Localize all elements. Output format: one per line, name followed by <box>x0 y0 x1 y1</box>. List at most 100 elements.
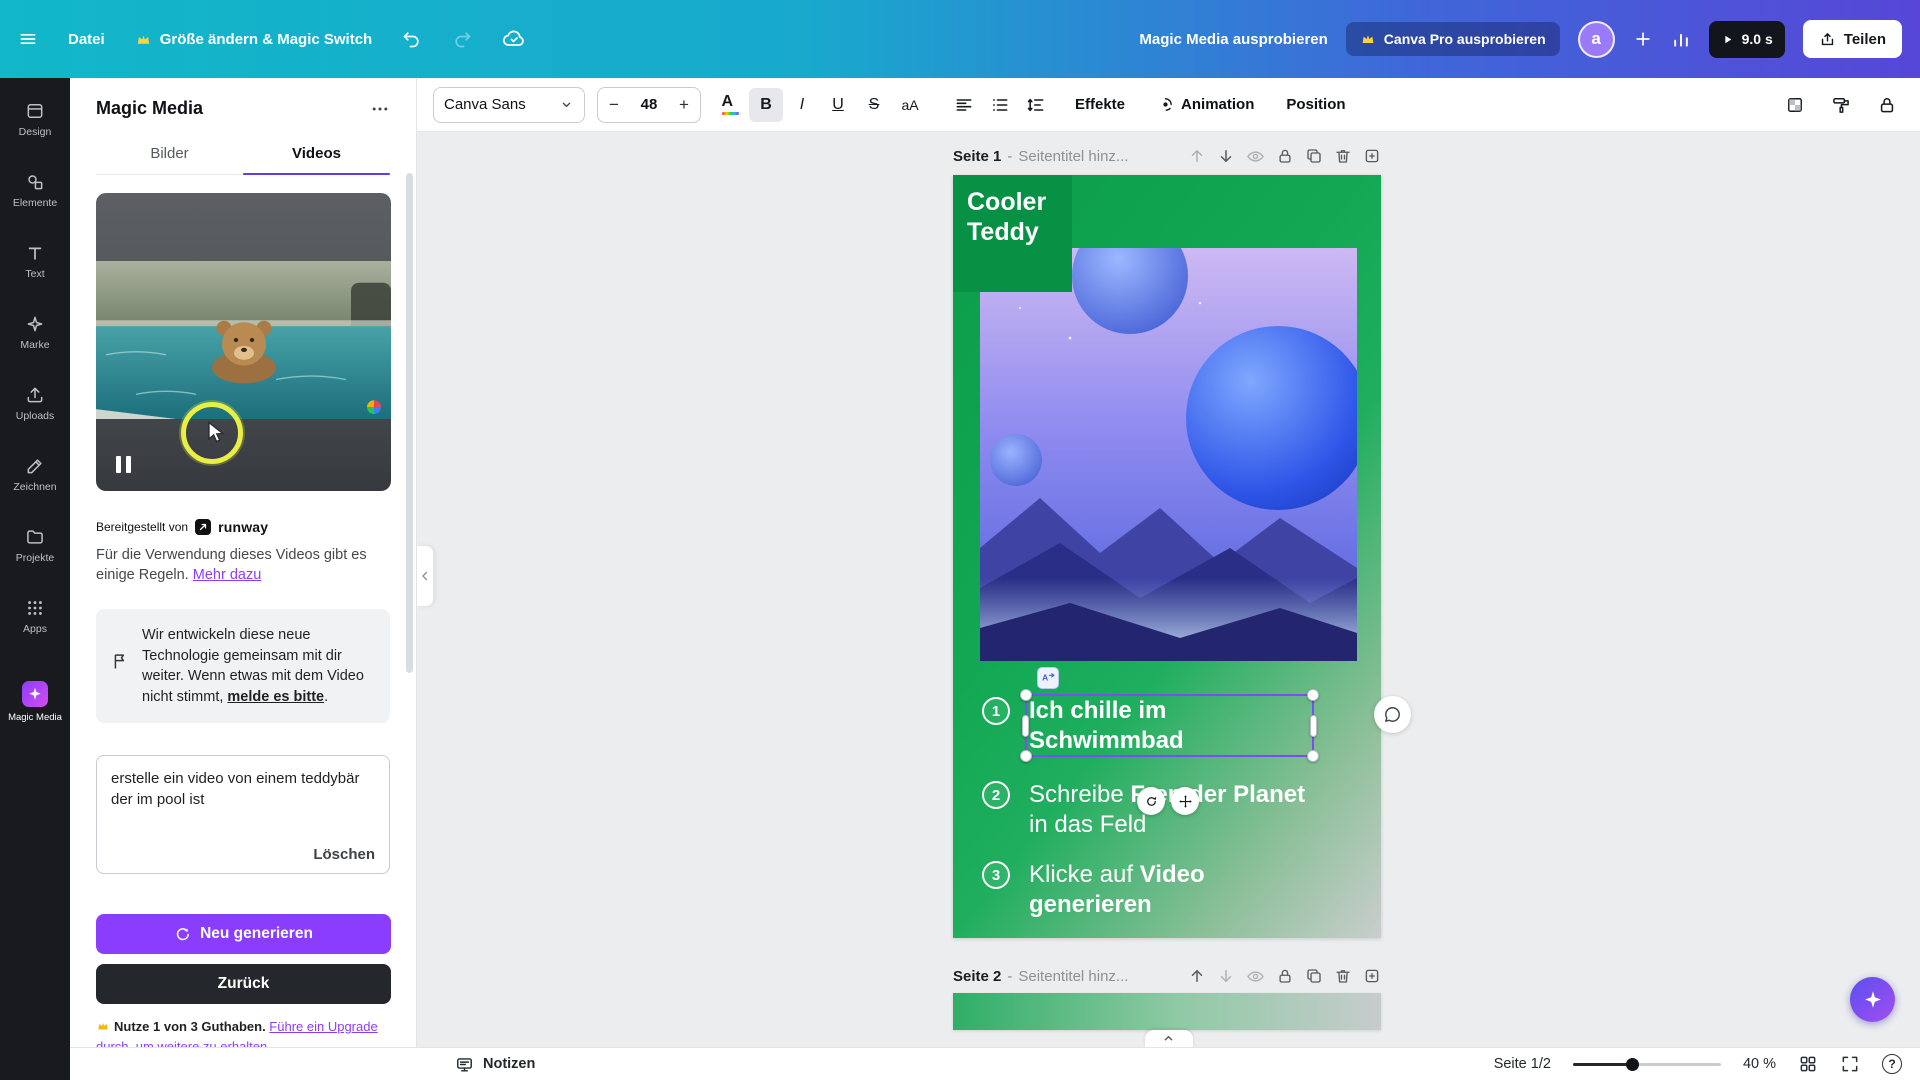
try-magic-media-button[interactable]: Magic Media ausprobieren <box>1139 31 1327 48</box>
underline-button[interactable]: U <box>821 88 855 122</box>
lock-button[interactable] <box>1870 88 1904 122</box>
grid-view-icon[interactable] <box>1798 1054 1818 1074</box>
move-handle[interactable] <box>1171 787 1199 815</box>
duplicate-page-icon[interactable] <box>1305 147 1323 165</box>
selection-handle-se[interactable] <box>1307 750 1319 762</box>
video-preview[interactable] <box>96 193 391 491</box>
page1-title-placeholder[interactable]: Seitentitel hinz... <box>1018 148 1128 165</box>
step-text-2[interactable]: Schreibe Fremder Planet in das Feld <box>1029 780 1314 840</box>
tab-bilder[interactable]: Bilder <box>96 135 243 174</box>
comment-button[interactable] <box>1374 696 1411 733</box>
pause-button[interactable] <box>116 456 131 473</box>
lock-page-icon[interactable] <box>1276 967 1294 985</box>
copy-style-button[interactable] <box>1824 88 1858 122</box>
sidebar-item-magic-media[interactable]: Magic Media <box>0 666 70 737</box>
share-button[interactable]: Teilen <box>1802 20 1902 58</box>
hide-page-icon[interactable] <box>1246 967 1265 986</box>
font-size-increase-button[interactable]: + <box>668 95 700 115</box>
font-family-value: Canva Sans <box>444 96 526 113</box>
page2-header: Seite 2 - Seitentitel hinz... <box>953 963 1381 989</box>
rules-link[interactable]: Mehr dazu <box>193 567 262 583</box>
delete-page-icon[interactable] <box>1334 147 1352 165</box>
zoom-slider[interactable] <box>1572 1057 1721 1071</box>
back-button[interactable]: Zurück <box>96 964 391 1005</box>
present-play-button[interactable]: 9.0 s <box>1708 20 1785 58</box>
add-page-icon[interactable] <box>1363 147 1381 165</box>
animation-button[interactable]: Animation <box>1147 89 1264 120</box>
effects-button[interactable]: Effekte <box>1065 89 1135 120</box>
design-badge[interactable]: Cooler Teddy <box>953 175 1072 292</box>
page2-title-placeholder[interactable]: Seitentitel hinz... <box>1018 968 1128 985</box>
hamburger-menu-icon[interactable] <box>18 29 38 49</box>
clear-prompt-button[interactable]: Löschen <box>313 846 375 863</box>
move-page-down-icon[interactable] <box>1217 967 1235 985</box>
alien-planet-image[interactable] <box>980 248 1357 661</box>
move-page-down-icon[interactable] <box>1217 147 1235 165</box>
canva-assistant-button[interactable] <box>1850 977 1895 1022</box>
transparency-button[interactable] <box>1778 88 1812 122</box>
text-case-button[interactable]: aA <box>893 88 927 122</box>
list-button[interactable] <box>983 88 1017 122</box>
rotate-handle[interactable] <box>1137 787 1165 815</box>
add-page-icon[interactable] <box>1363 967 1381 985</box>
cloud-save-status-icon[interactable] <box>502 27 526 51</box>
tab-videos[interactable]: Videos <box>243 135 390 175</box>
lock-page-icon[interactable] <box>1276 147 1294 165</box>
hide-page-icon[interactable] <box>1246 147 1265 166</box>
selection-handle-w[interactable] <box>1022 715 1029 737</box>
design-page-2[interactable] <box>953 993 1381 1030</box>
sidebar-item-apps[interactable]: Apps <box>0 581 70 652</box>
panel-scrollbar[interactable] <box>406 173 413 673</box>
sidebar-item-uploads[interactable]: Uploads <box>0 368 70 439</box>
step-text-3[interactable]: Klicke auf Video generieren <box>1029 860 1314 920</box>
selection-handle-sw[interactable] <box>1020 750 1032 762</box>
alignment-button[interactable] <box>947 88 981 122</box>
try-canva-pro-button[interactable]: Canva Pro ausprobieren <box>1345 22 1560 56</box>
position-button[interactable]: Position <box>1276 89 1355 120</box>
translate-icon[interactable]: A <box>1037 667 1059 689</box>
font-size-decrease-button[interactable]: − <box>598 95 630 115</box>
selection-handle-e[interactable] <box>1310 715 1317 737</box>
undo-button[interactable] <box>402 29 422 49</box>
add-member-button[interactable] <box>1633 29 1653 49</box>
move-page-up-icon[interactable] <box>1188 147 1206 165</box>
help-button[interactable]: ? <box>1882 1054 1902 1074</box>
sidebar-item-marke[interactable]: Marke <box>0 297 70 368</box>
avatar[interactable]: a <box>1577 20 1615 58</box>
sidebar-item-text[interactable]: Text <box>0 226 70 297</box>
sidebar-item-zeichnen[interactable]: Zeichnen <box>0 439 70 510</box>
selection-handle-ne[interactable] <box>1307 689 1319 701</box>
italic-button[interactable]: I <box>785 88 819 122</box>
spacing-button[interactable] <box>1019 88 1053 122</box>
prompt-textarea[interactable]: erstelle ein video von einem teddybär de… <box>111 768 375 847</box>
font-family-select[interactable]: Canva Sans <box>433 86 585 123</box>
regenerate-button[interactable]: Neu generieren <box>96 914 391 955</box>
sidebar-item-elemente[interactable]: Elemente <box>0 155 70 226</box>
text-selection-box[interactable] <box>1020 689 1319 762</box>
collapse-bottom-panel-button[interactable] <box>1144 1030 1193 1047</box>
duplicate-page-icon[interactable] <box>1305 967 1323 985</box>
sidebar-item-projekte[interactable]: Projekte <box>0 510 70 581</box>
redo-button[interactable] <box>452 29 472 49</box>
design-page-1[interactable]: Cooler Teddy 1 Ich chille im Schwimmbad … <box>953 175 1381 938</box>
report-link[interactable]: melde es bitte <box>227 689 324 705</box>
more-options-icon[interactable] <box>370 99 390 119</box>
notes-button[interactable]: Notizen <box>455 1055 535 1074</box>
selection-handle-nw[interactable] <box>1020 689 1032 701</box>
resize-magic-switch-button[interactable]: Größe ändern & Magic Switch <box>135 31 372 48</box>
fullscreen-icon[interactable] <box>1840 1054 1860 1074</box>
font-size-value[interactable]: 48 <box>630 96 668 113</box>
insights-icon[interactable] <box>1671 29 1691 49</box>
page1-header: Seite 1 - Seitentitel hinz... <box>953 143 1381 169</box>
sidebar-item-design[interactable]: Design <box>0 84 70 155</box>
zoom-slider-thumb[interactable] <box>1626 1057 1640 1071</box>
collapse-panel-handle[interactable] <box>417 545 434 607</box>
move-page-up-icon[interactable] <box>1188 967 1206 985</box>
canvas-area[interactable]: Seite 1 - Seitentitel hinz... Cooler Ted… <box>417 132 1920 1047</box>
page-indicator[interactable]: Seite 1/2 <box>1494 1056 1551 1072</box>
strikethrough-button[interactable]: S <box>857 88 891 122</box>
bold-button[interactable]: B <box>749 87 783 122</box>
text-color-button[interactable]: A <box>713 88 747 122</box>
file-menu-button[interactable]: Datei <box>68 31 105 48</box>
delete-page-icon[interactable] <box>1334 967 1352 985</box>
